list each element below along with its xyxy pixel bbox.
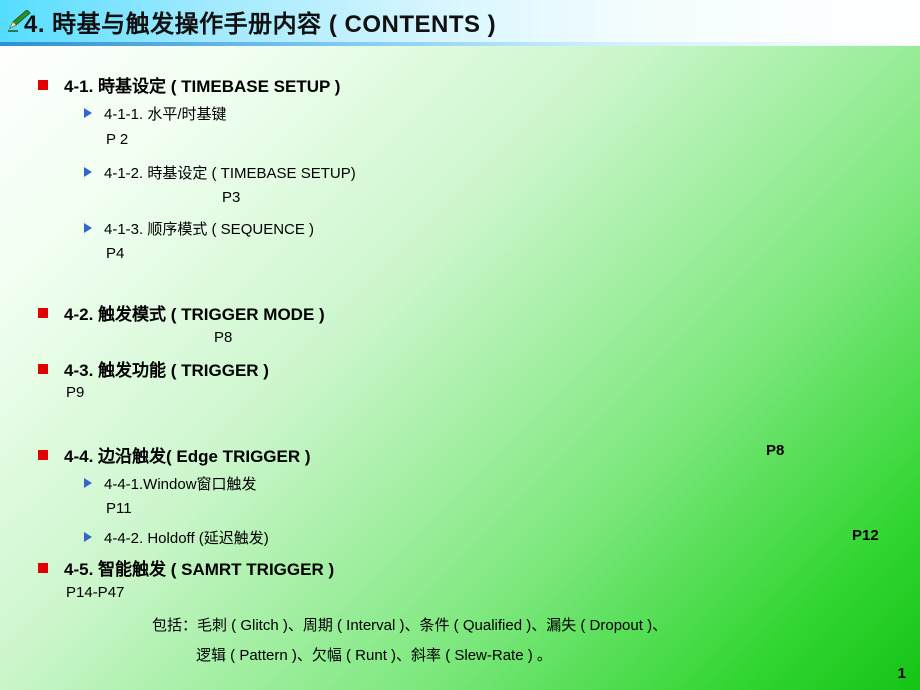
square-bullet-icon bbox=[38, 450, 48, 460]
outline-item-label: 4-1. 時基设定 ( TIMEBASE SETUP ) bbox=[64, 77, 341, 96]
square-bullet-icon bbox=[38, 563, 48, 573]
outline-item-label: 4-1-1. 水平/时基键 bbox=[104, 106, 227, 123]
page-ref-p11: P11 bbox=[106, 500, 132, 517]
page-ref-p8-a: P8 bbox=[214, 329, 233, 346]
note-line-1: 包括：毛刺 ( Glitch )、周期 ( Interval )、条件 ( Qu… bbox=[152, 617, 668, 634]
page-ref-p12: P12 bbox=[852, 527, 879, 544]
page-ref-p3: P3 bbox=[222, 189, 241, 206]
outline-item-label: 4-1-2. 時基设定 ( TIMEBASE SETUP) bbox=[104, 165, 356, 182]
triangle-bullet-icon bbox=[84, 532, 92, 542]
page-ref-p8-b: P8 bbox=[766, 442, 785, 459]
outline-item-4-1-1[interactable]: 4-1-1. 水平/时基键 bbox=[84, 103, 227, 124]
outline-item-label: 4-5. 智能触发 ( SAMRT TRIGGER ) bbox=[64, 560, 335, 579]
triangle-bullet-icon bbox=[84, 108, 92, 118]
triangle-bullet-icon bbox=[84, 167, 92, 177]
outline-item-label: 4-2. 触发模式 ( TRIGGER MODE ) bbox=[64, 305, 325, 324]
outline-item-4-5[interactable]: 4-5. 智能触发 ( SAMRT TRIGGER ) bbox=[38, 555, 334, 580]
outline-item-label: 4-4-2. Holdoff (延迟触发) bbox=[104, 530, 269, 547]
square-bullet-icon bbox=[38, 80, 48, 90]
outline-item-4-4-1[interactable]: 4-4-1.Window窗口触发 bbox=[84, 473, 257, 494]
outline-item-label: 4-3. 触发功能 ( TRIGGER ) bbox=[64, 361, 269, 380]
page-ref-p14-p47: P14-P47 bbox=[66, 584, 125, 601]
page-title: 4. 時基与触发操作手册内容 ( CONTENTS ) bbox=[24, 11, 497, 38]
outline-item-4-1[interactable]: 4-1. 時基设定 ( TIMEBASE SETUP ) bbox=[38, 72, 340, 97]
outline-item-4-2[interactable]: 4-2. 触发模式 ( TRIGGER MODE ) bbox=[38, 300, 325, 325]
outline-item-4-1-2[interactable]: 4-1-2. 時基设定 ( TIMEBASE SETUP) bbox=[84, 162, 356, 183]
triangle-bullet-icon bbox=[84, 478, 92, 488]
outline-item-4-3[interactable]: 4-3. 触发功能 ( TRIGGER ) bbox=[38, 356, 269, 381]
page-ref-p4: P4 bbox=[106, 245, 125, 262]
outline-item-4-4-2[interactable]: 4-4-2. Holdoff (延迟触发) bbox=[84, 527, 269, 548]
outline-item-label: 4-4-1.Window窗口触发 bbox=[104, 476, 257, 493]
triangle-bullet-icon bbox=[84, 223, 92, 233]
note-line-2: 逻辑 ( Pattern )、欠幅 ( Runt )、斜率 ( Slew-Rat… bbox=[196, 647, 552, 664]
page-ref-p2: P 2 bbox=[106, 131, 129, 148]
square-bullet-icon bbox=[38, 364, 48, 374]
slide: 4. 時基与触发操作手册内容 ( CONTENTS ) 4-1. 時基设定 ( … bbox=[0, 0, 920, 690]
outline-item-label: 4-4. 边沿触发( Edge TRIGGER ) bbox=[64, 447, 311, 466]
outline-item-4-4[interactable]: 4-4. 边沿触发( Edge TRIGGER ) bbox=[38, 442, 311, 467]
page-ref-p9: P9 bbox=[66, 384, 85, 401]
square-bullet-icon bbox=[38, 308, 48, 318]
page-number: 1 bbox=[897, 665, 906, 682]
outline-item-label: 4-1-3. 顺序模式 ( SEQUENCE ) bbox=[104, 221, 315, 238]
outline-list: 4-1. 時基设定 ( TIMEBASE SETUP ) 4-1-1. 水平/时… bbox=[0, 46, 920, 690]
outline-item-4-1-3[interactable]: 4-1-3. 顺序模式 ( SEQUENCE ) bbox=[84, 218, 314, 239]
